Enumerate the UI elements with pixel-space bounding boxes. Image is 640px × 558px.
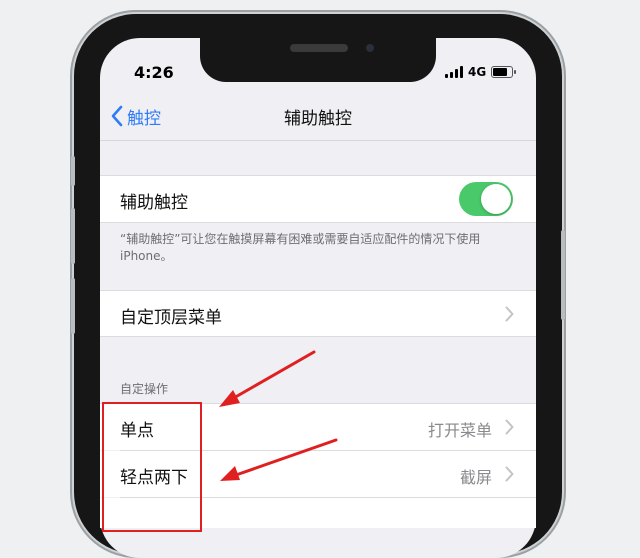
page-title: 辅助触控 [0, 104, 636, 129]
assistive-touch-toggle[interactable] [459, 182, 513, 216]
custom-actions-header: 自定操作 [120, 382, 169, 396]
chevron-right-icon [505, 306, 514, 322]
customize-top-menu-label: 自定顶层菜单 [120, 308, 222, 328]
nav-divider [100, 140, 536, 141]
assistive-touch-label: 辅助触控 [120, 193, 188, 213]
double-tap-value: 截屏 [459, 468, 492, 487]
power-button [561, 230, 565, 320]
network-label: 4G [468, 65, 487, 79]
single-tap-value: 打开菜单 [427, 421, 492, 440]
annotation-box [102, 402, 202, 532]
status-indicators: 4G [445, 63, 517, 81]
volume-down-button [71, 278, 75, 334]
divider [100, 336, 536, 337]
chevron-right-icon [505, 466, 514, 482]
page-title-text: 辅助触控 [284, 109, 352, 129]
status-time: 4:26 [134, 63, 174, 82]
speaker-grille [290, 44, 348, 52]
signal-icon [445, 66, 463, 78]
battery-icon [491, 66, 517, 78]
customize-top-menu-row[interactable]: 自定顶层菜单 [100, 291, 536, 336]
toggle-knob [481, 184, 511, 214]
volume-up-button [71, 208, 75, 264]
mute-switch [71, 156, 75, 186]
front-camera [366, 44, 374, 52]
assistive-touch-footnote: “辅助触控”可让您在触摸屏幕有困难或需要自适应配件的情况下使用iPhone。 [120, 232, 481, 263]
divider [100, 222, 536, 223]
chevron-right-icon [505, 419, 514, 435]
